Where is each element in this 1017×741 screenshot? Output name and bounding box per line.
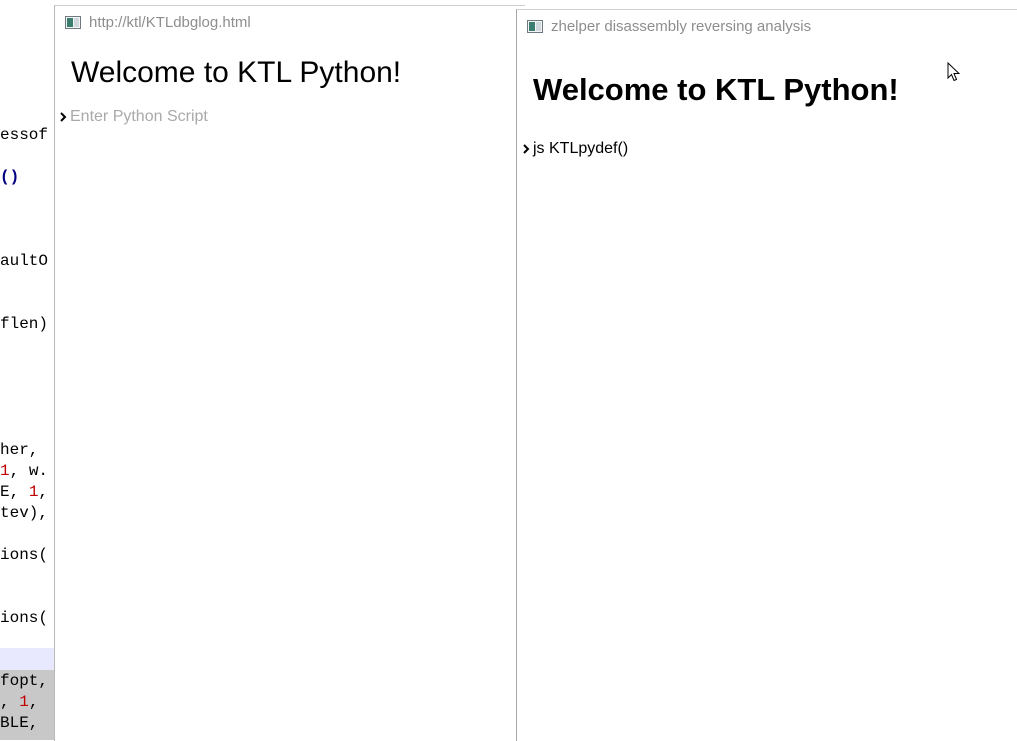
code-line: BLE, (0, 714, 39, 732)
code-line: , 1, (0, 693, 39, 711)
python-script-input[interactable] (70, 108, 370, 126)
right-welcome-heading: Welcome to KTL Python! (533, 72, 899, 107)
code-line: aultO (0, 252, 49, 270)
zhelper-analysis-window[interactable]: zhelper disassembly reversing analysis W… (516, 9, 1017, 741)
prompt-chevron-icon (60, 112, 67, 122)
command-text: js KTLpydef() (533, 140, 629, 157)
code-line: () (0, 168, 20, 186)
code-line: fopt, (0, 672, 49, 690)
left-window-titlebar[interactable]: http://ktl/KTLdbglog.html (55, 6, 525, 38)
window-icon (65, 15, 81, 29)
code-line: ions( (0, 609, 49, 627)
code-line: flen) (0, 315, 49, 333)
mouse-cursor-icon (947, 62, 961, 82)
ktl-debug-log-window[interactable]: http://ktl/KTLdbglog.html Welcome to KTL… (54, 5, 525, 741)
right-window-title: zhelper disassembly reversing analysis (551, 17, 812, 35)
background-code-editor: essof () aultO flen) her, 1, w. E, 1, te… (0, 0, 55, 740)
prompt-chevron-icon (523, 144, 530, 154)
code-line: ions( (0, 546, 49, 564)
code-line: 1, w. (0, 462, 49, 480)
current-line-highlight (0, 648, 55, 670)
window-icon (527, 19, 543, 33)
command-line-row: js KTLpydef() (522, 140, 628, 158)
code-line: her, (0, 441, 39, 459)
python-prompt-row (59, 108, 370, 126)
right-window-titlebar[interactable]: zhelper disassembly reversing analysis (517, 10, 1017, 42)
left-welcome-heading: Welcome to KTL Python! (71, 56, 402, 89)
left-window-title: http://ktl/KTLdbglog.html (89, 13, 251, 31)
code-line: E, 1, (0, 483, 49, 501)
code-line: tev), (0, 504, 49, 522)
code-line: essof (0, 126, 49, 144)
